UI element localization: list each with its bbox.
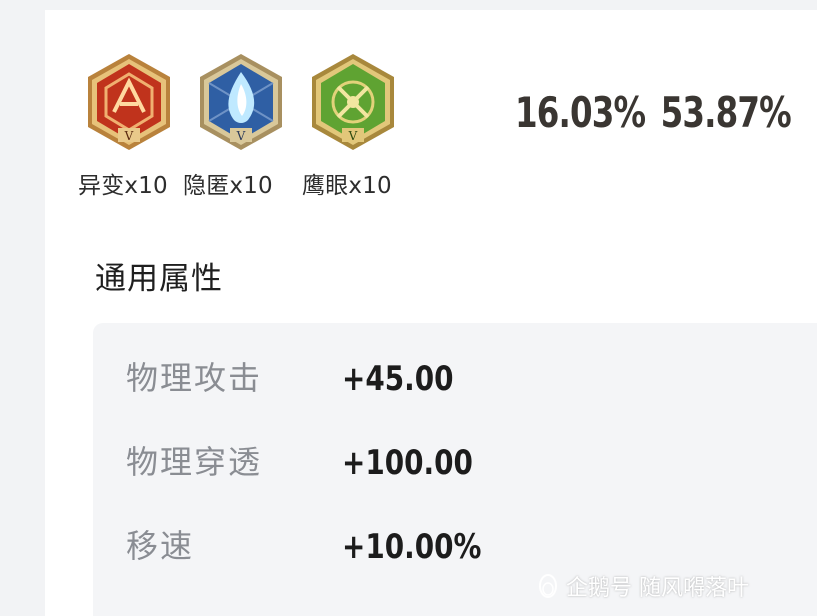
section-title: 通用属性 [95,261,223,297]
attribute-row: 移速 +10.00% [126,521,726,567]
attribute-value: +10.00% [342,527,482,567]
svg-text:V: V [348,129,358,143]
penguin-logo-icon [539,574,557,598]
blue-rune-icon: V [200,54,282,150]
rune-green[interactable]: V 鹰眼x10 [302,52,398,199]
rune-label-blue: 隐匿x10 [183,173,273,199]
attribute-name: 物理攻击 [126,359,263,397]
red-rune-icon: V [88,54,170,150]
attribute-value: +45.00 [342,359,454,399]
rune-blue[interactable]: V 隐匿x10 [183,52,286,199]
rune-label-red: 异变x10 [78,173,168,199]
svg-text:V: V [236,129,246,143]
svg-text:V: V [124,129,134,143]
attribute-row: 物理攻击 +45.00 [126,353,726,399]
rune-stats: 16.03% 53.87% [515,88,792,137]
rune-label-green: 鹰眼x10 [302,173,392,199]
watermark-text: 企鹅号 随风嘚落叶 [566,576,749,601]
attribute-name: 物理穿透 [126,443,263,481]
rune-group: V 异变x10 V 隐匿x10 V 鹰眼x10 [78,52,418,202]
attribute-value: +100.00 [342,443,473,483]
green-rune-icon: V [312,54,394,150]
stat-second: 53.87% [660,88,792,137]
watermark: 企鹅号 随风嘚落叶 [536,570,749,602]
stat-first: 16.03% [515,88,646,137]
attribute-name: 移速 [126,527,195,565]
attribute-row: 物理穿透 +100.00 [126,437,726,483]
rune-red[interactable]: V 异变x10 [78,52,174,199]
